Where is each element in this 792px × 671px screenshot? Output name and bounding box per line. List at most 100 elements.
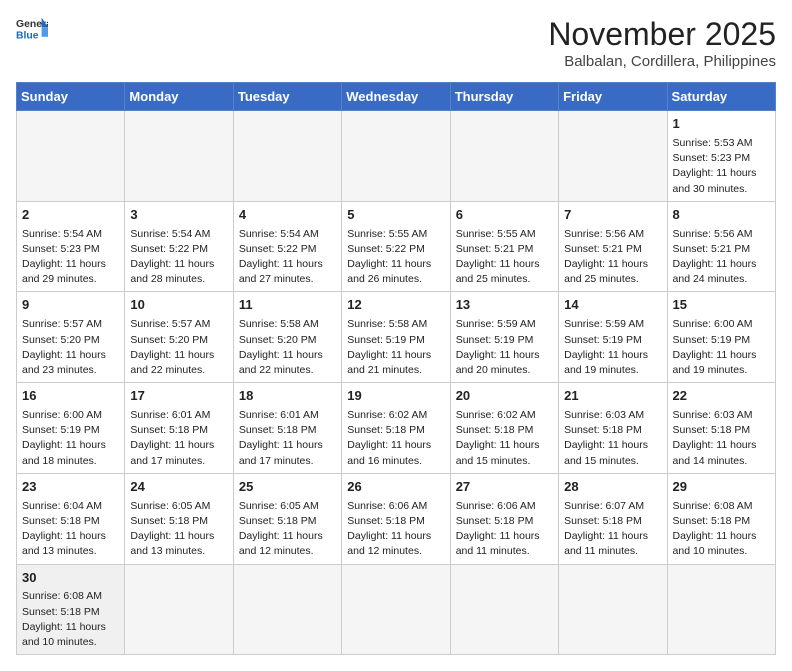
cell-content: 13Sunrise: 5:59 AMSunset: 5:19 PMDayligh…	[456, 296, 553, 378]
calendar-week-row: 2Sunrise: 5:54 AMSunset: 5:23 PMDaylight…	[17, 201, 776, 292]
cell-content: 3Sunrise: 5:54 AMSunset: 5:22 PMDaylight…	[130, 206, 227, 288]
calendar-week-row: 30Sunrise: 6:08 AMSunset: 5:18 PMDayligh…	[17, 564, 776, 655]
cell-content: 29Sunrise: 6:08 AMSunset: 5:18 PMDayligh…	[673, 478, 770, 560]
day-number: 29	[673, 478, 770, 497]
cell-content: 15Sunrise: 6:00 AMSunset: 5:19 PMDayligh…	[673, 296, 770, 378]
calendar-cell: 3Sunrise: 5:54 AMSunset: 5:22 PMDaylight…	[125, 201, 233, 292]
calendar-week-row: 16Sunrise: 6:00 AMSunset: 5:19 PMDayligh…	[17, 383, 776, 474]
sunset-text: Sunset: 5:19 PM	[673, 333, 770, 348]
calendar-cell: 18Sunrise: 6:01 AMSunset: 5:18 PMDayligh…	[233, 383, 341, 474]
sunrise-text: Sunrise: 6:00 AM	[22, 408, 119, 423]
sunset-text: Sunset: 5:19 PM	[564, 333, 661, 348]
col-header-wednesday: Wednesday	[342, 83, 450, 111]
sunrise-text: Sunrise: 5:53 AM	[673, 136, 770, 151]
calendar-cell	[233, 564, 341, 655]
cell-content: 26Sunrise: 6:06 AMSunset: 5:18 PMDayligh…	[347, 478, 444, 560]
sunrise-text: Sunrise: 5:56 AM	[673, 227, 770, 242]
calendar-week-row: 1Sunrise: 5:53 AMSunset: 5:23 PMDaylight…	[17, 111, 776, 202]
col-header-saturday: Saturday	[667, 83, 775, 111]
cell-content: 14Sunrise: 5:59 AMSunset: 5:19 PMDayligh…	[564, 296, 661, 378]
sunrise-text: Sunrise: 5:58 AM	[239, 317, 336, 332]
calendar-cell: 26Sunrise: 6:06 AMSunset: 5:18 PMDayligh…	[342, 473, 450, 564]
calendar-cell: 5Sunrise: 5:55 AMSunset: 5:22 PMDaylight…	[342, 201, 450, 292]
sunset-text: Sunset: 5:23 PM	[673, 151, 770, 166]
daylight-text: Daylight: 11 hours and 13 minutes.	[22, 529, 119, 559]
cell-content: 6Sunrise: 5:55 AMSunset: 5:21 PMDaylight…	[456, 206, 553, 288]
daylight-text: Daylight: 11 hours and 19 minutes.	[564, 348, 661, 378]
calendar-cell	[342, 564, 450, 655]
daylight-text: Daylight: 11 hours and 20 minutes.	[456, 348, 553, 378]
daylight-text: Daylight: 11 hours and 26 minutes.	[347, 257, 444, 287]
calendar-cell	[559, 564, 667, 655]
sunset-text: Sunset: 5:22 PM	[130, 242, 227, 257]
calendar-cell	[450, 111, 558, 202]
location-title: Balbalan, Cordillera, Philippines	[548, 53, 776, 70]
cell-content: 7Sunrise: 5:56 AMSunset: 5:21 PMDaylight…	[564, 206, 661, 288]
cell-content: 12Sunrise: 5:58 AMSunset: 5:19 PMDayligh…	[347, 296, 444, 378]
day-number: 16	[22, 387, 119, 406]
cell-content: 18Sunrise: 6:01 AMSunset: 5:18 PMDayligh…	[239, 387, 336, 469]
calendar-cell: 13Sunrise: 5:59 AMSunset: 5:19 PMDayligh…	[450, 292, 558, 383]
svg-text:Blue: Blue	[16, 30, 39, 41]
cell-content: 4Sunrise: 5:54 AMSunset: 5:22 PMDaylight…	[239, 206, 336, 288]
day-number: 14	[564, 296, 661, 315]
sunrise-text: Sunrise: 6:05 AM	[239, 499, 336, 514]
title-area: November 2025 Balbalan, Cordillera, Phil…	[548, 16, 776, 70]
calendar-cell	[667, 564, 775, 655]
day-number: 10	[130, 296, 227, 315]
sunrise-text: Sunrise: 5:55 AM	[456, 227, 553, 242]
calendar-cell: 14Sunrise: 5:59 AMSunset: 5:19 PMDayligh…	[559, 292, 667, 383]
sunset-text: Sunset: 5:20 PM	[130, 333, 227, 348]
calendar-cell: 17Sunrise: 6:01 AMSunset: 5:18 PMDayligh…	[125, 383, 233, 474]
sunrise-text: Sunrise: 6:01 AM	[239, 408, 336, 423]
calendar-cell	[233, 111, 341, 202]
sunrise-text: Sunrise: 6:06 AM	[456, 499, 553, 514]
sunset-text: Sunset: 5:18 PM	[239, 514, 336, 529]
sunset-text: Sunset: 5:18 PM	[673, 423, 770, 438]
daylight-text: Daylight: 11 hours and 11 minutes.	[564, 529, 661, 559]
cell-content: 16Sunrise: 6:00 AMSunset: 5:19 PMDayligh…	[22, 387, 119, 469]
calendar-cell	[342, 111, 450, 202]
calendar-cell: 8Sunrise: 5:56 AMSunset: 5:21 PMDaylight…	[667, 201, 775, 292]
calendar-cell: 9Sunrise: 5:57 AMSunset: 5:20 PMDaylight…	[17, 292, 125, 383]
cell-content: 10Sunrise: 5:57 AMSunset: 5:20 PMDayligh…	[130, 296, 227, 378]
col-header-tuesday: Tuesday	[233, 83, 341, 111]
sunset-text: Sunset: 5:18 PM	[347, 514, 444, 529]
calendar-cell	[125, 564, 233, 655]
cell-content: 9Sunrise: 5:57 AMSunset: 5:20 PMDaylight…	[22, 296, 119, 378]
sunset-text: Sunset: 5:18 PM	[22, 514, 119, 529]
day-number: 20	[456, 387, 553, 406]
cell-content: 5Sunrise: 5:55 AMSunset: 5:22 PMDaylight…	[347, 206, 444, 288]
day-number: 3	[130, 206, 227, 225]
sunrise-text: Sunrise: 5:57 AM	[130, 317, 227, 332]
cell-content: 11Sunrise: 5:58 AMSunset: 5:20 PMDayligh…	[239, 296, 336, 378]
day-number: 4	[239, 206, 336, 225]
cell-content: 21Sunrise: 6:03 AMSunset: 5:18 PMDayligh…	[564, 387, 661, 469]
day-number: 12	[347, 296, 444, 315]
sunrise-text: Sunrise: 6:08 AM	[673, 499, 770, 514]
sunrise-text: Sunrise: 5:54 AM	[130, 227, 227, 242]
sunset-text: Sunset: 5:18 PM	[673, 514, 770, 529]
cell-content: 19Sunrise: 6:02 AMSunset: 5:18 PMDayligh…	[347, 387, 444, 469]
sunrise-text: Sunrise: 6:08 AM	[22, 589, 119, 604]
sunset-text: Sunset: 5:19 PM	[347, 333, 444, 348]
sunset-text: Sunset: 5:18 PM	[347, 423, 444, 438]
daylight-text: Daylight: 11 hours and 29 minutes.	[22, 257, 119, 287]
cell-content: 1Sunrise: 5:53 AMSunset: 5:23 PMDaylight…	[673, 115, 770, 197]
sunset-text: Sunset: 5:18 PM	[456, 423, 553, 438]
daylight-text: Daylight: 11 hours and 23 minutes.	[22, 348, 119, 378]
sunrise-text: Sunrise: 5:55 AM	[347, 227, 444, 242]
day-number: 27	[456, 478, 553, 497]
calendar-cell: 22Sunrise: 6:03 AMSunset: 5:18 PMDayligh…	[667, 383, 775, 474]
cell-content: 30Sunrise: 6:08 AMSunset: 5:18 PMDayligh…	[22, 569, 119, 651]
daylight-text: Daylight: 11 hours and 24 minutes.	[673, 257, 770, 287]
sunrise-text: Sunrise: 6:02 AM	[456, 408, 553, 423]
daylight-text: Daylight: 11 hours and 21 minutes.	[347, 348, 444, 378]
sunset-text: Sunset: 5:18 PM	[239, 423, 336, 438]
calendar-cell	[125, 111, 233, 202]
logo: General Blue	[16, 16, 48, 44]
sunrise-text: Sunrise: 6:04 AM	[22, 499, 119, 514]
col-header-sunday: Sunday	[17, 83, 125, 111]
day-number: 9	[22, 296, 119, 315]
day-number: 26	[347, 478, 444, 497]
